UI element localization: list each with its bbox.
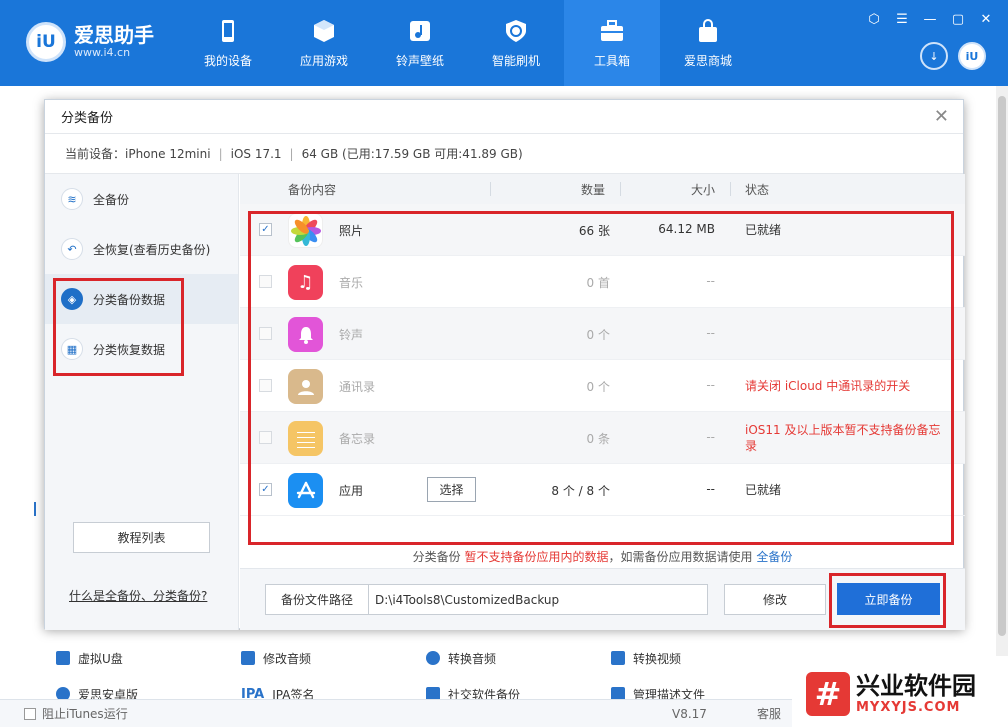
tool-label: 修改音频	[263, 651, 312, 666]
close-icon[interactable]: ✕	[978, 12, 994, 27]
menu-label: 全恢复(查看历史备份)	[93, 242, 211, 257]
service-link[interactable]: 客服	[757, 705, 781, 722]
tool-convert-video[interactable]: 转换视频	[595, 650, 780, 667]
table-header: 备份内容 数量 大小 状态	[240, 174, 965, 204]
header-status: 状态	[745, 182, 770, 197]
notice-prefix: 分类备份	[412, 550, 465, 564]
skin-icon[interactable]: ⬡	[866, 12, 882, 27]
menu-full-backup[interactable]: ≋ 全备份	[45, 174, 238, 224]
main-scrollbar[interactable]	[996, 86, 1008, 656]
usb-icon	[56, 651, 70, 665]
app-name: 爱思助手	[74, 23, 154, 47]
side-marker	[34, 502, 36, 516]
itunes-label: 阻止iTunes运行	[42, 707, 128, 721]
watermark-url: MYXYJS.COM	[856, 700, 961, 715]
window-controls: ⬡ ☰ — ▢ ✕	[866, 12, 994, 27]
category-backup-dialog: 分类备份 ✕ 当前设备：iPhone 12mini | iOS 17.1 | 6…	[44, 99, 965, 630]
device-storage: 64 GB (已用:17.59 GB 可用:41.89 GB)	[301, 147, 523, 161]
left-menu: ≋ 全备份 ↶ 全恢复(查看历史备份) ◈ 分类备份数据 ▦ 分类恢复数据 教程…	[45, 174, 239, 630]
nav-label: 我的设备	[203, 53, 252, 68]
audio-edit-icon	[241, 651, 255, 665]
convert-audio-icon	[426, 651, 440, 665]
cube-icon	[314, 19, 334, 42]
layers-icon: ≋	[61, 188, 83, 210]
tool-convert-audio[interactable]: 转换音频	[410, 650, 595, 667]
watermark: # 兴业软件园 MYXYJS.COM	[792, 660, 1008, 727]
back-arrow-icon: ↶	[61, 238, 83, 260]
version-label: V8.17	[672, 706, 707, 721]
top-bar: iU 爱思助手 www.i4.cn 我的设备 应用游戏 铃声壁纸 智能刷机 工具…	[0, 0, 1008, 86]
minimize-icon[interactable]: —	[922, 12, 938, 27]
backup-notice: 分类备份 暂不支持备份应用内的数据，如需备份应用数据请使用 全备份	[240, 548, 965, 565]
header-content: 备份内容	[288, 182, 337, 197]
watermark-title: 兴业软件园	[856, 672, 976, 700]
dialog-title: 分类备份	[61, 111, 114, 126]
backup-path-field[interactable]: D:\i4Tools8\CustomizedBackup	[368, 584, 708, 615]
menu-icon[interactable]: ☰	[894, 12, 910, 27]
shopping-bag-icon	[699, 18, 717, 42]
tutorial-button[interactable]: 教程列表	[73, 522, 210, 553]
menu-full-restore[interactable]: ↶ 全恢复(查看历史备份)	[45, 224, 238, 274]
dialog-titlebar: 分类备份 ✕	[45, 100, 963, 134]
highlight-box	[53, 278, 184, 376]
device-name: 当前设备：iPhone 12mini	[65, 147, 211, 161]
menu-label: 全备份	[93, 192, 130, 207]
app-url: www.i4.cn	[74, 46, 131, 59]
notice-warning: 暂不支持备份应用内的数据	[464, 550, 609, 564]
itunes-checkbox[interactable]	[24, 707, 36, 720]
notice-full-backup-link[interactable]: 全备份	[756, 550, 792, 564]
tool-label: 虚拟U盘	[78, 651, 123, 666]
help-link[interactable]: 什么是全备份、分类备份?	[69, 587, 207, 604]
logo-badge: iU	[26, 22, 66, 62]
nav-my-device[interactable]: 我的设备	[180, 0, 276, 86]
nav-label: 智能刷机	[491, 53, 540, 68]
nav-label: 应用游戏	[299, 53, 348, 68]
tool-virtual-usb[interactable]: 虚拟U盘	[40, 650, 225, 667]
app-logo: iU 爱思助手 www.i4.cn	[26, 22, 154, 62]
tool-edit-audio[interactable]: 修改音频	[225, 650, 410, 667]
nav-store[interactable]: 爱思商城	[660, 0, 756, 86]
nav-apps-games[interactable]: 应用游戏	[276, 0, 372, 86]
notice-middle: ，如需备份应用数据请使用	[608, 550, 757, 564]
maximize-icon[interactable]: ▢	[950, 12, 966, 27]
backup-path-label[interactable]: 备份文件路径	[265, 584, 369, 615]
highlight-box	[829, 573, 946, 628]
device-info: 当前设备：iPhone 12mini | iOS 17.1 | 64 GB (已…	[45, 134, 963, 174]
toolbox-icon	[601, 19, 623, 41]
convert-video-icon	[611, 651, 625, 665]
header-qty: 数量	[581, 182, 606, 197]
tool-label: 转换音频	[448, 651, 497, 666]
nav-toolbox[interactable]: 工具箱	[564, 0, 660, 86]
nav-label: 工具箱	[593, 53, 630, 68]
download-icon[interactable]: ↓	[920, 42, 948, 70]
device-ios: iOS 17.1	[230, 146, 282, 161]
music-folder-icon	[410, 20, 430, 41]
phone-icon	[222, 19, 234, 42]
avatar[interactable]: iU	[958, 42, 986, 70]
modify-button[interactable]: 修改	[724, 584, 826, 615]
highlight-box	[248, 211, 954, 545]
main-nav: 我的设备 应用游戏 铃声壁纸 智能刷机 工具箱 爱思商城	[180, 0, 756, 86]
header-size: 大小	[691, 182, 716, 197]
nav-label: 铃声壁纸	[395, 53, 444, 68]
nav-label: 爱思商城	[683, 53, 732, 68]
refresh-shield-icon	[506, 19, 526, 42]
nav-flash[interactable]: 智能刷机	[468, 0, 564, 86]
dialog-close-icon[interactable]: ✕	[934, 106, 949, 127]
watermark-logo: #	[806, 671, 850, 716]
nav-ringtones[interactable]: 铃声壁纸	[372, 0, 468, 86]
tool-label: 转换视频	[633, 651, 682, 666]
